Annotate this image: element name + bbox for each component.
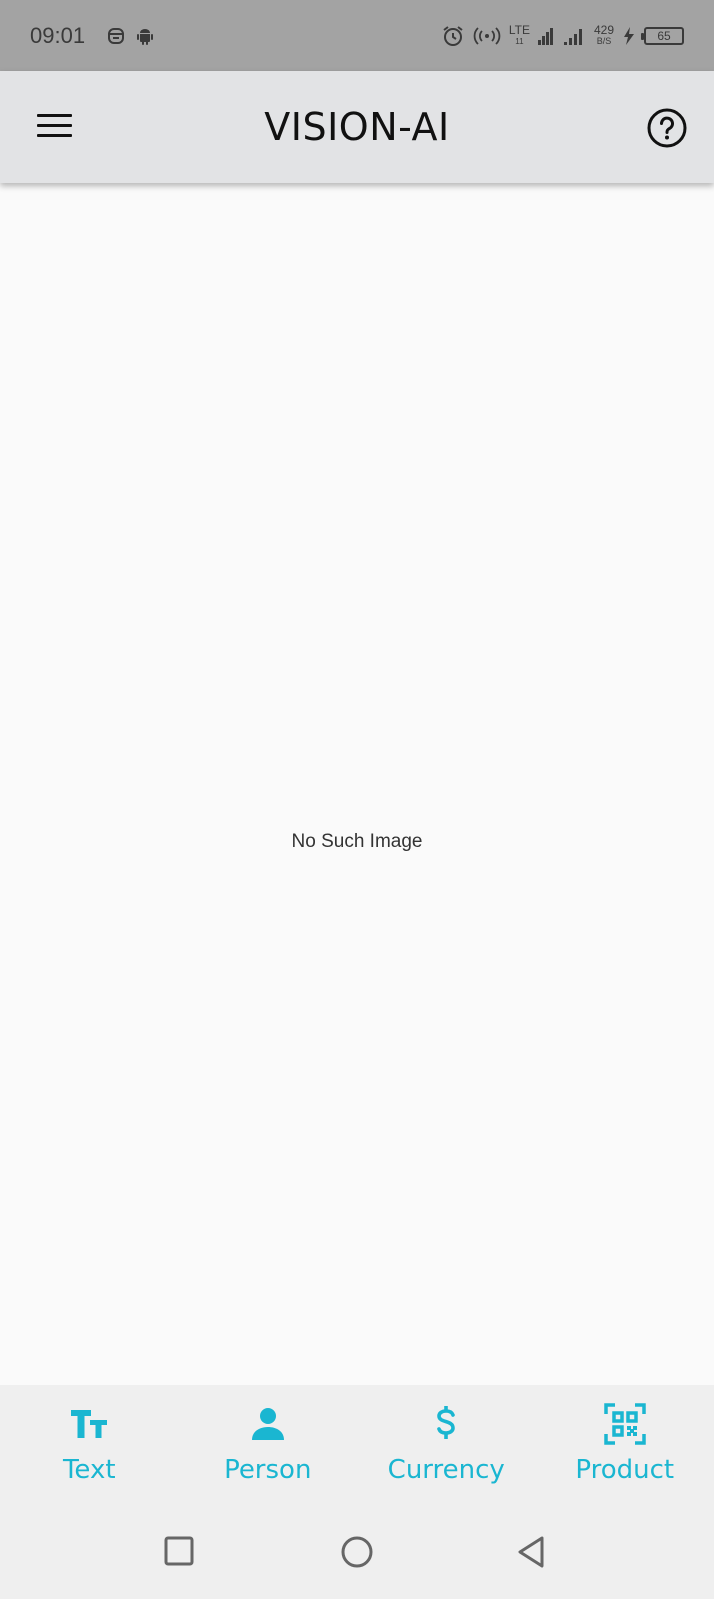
battery-icon: 65 [641,26,684,45]
text-size-icon [69,1403,109,1445]
status-left-icons [107,26,155,46]
status-bar: 09:01 LTE 11 429 B/S 65 [0,0,714,71]
notification-app-icon [107,26,125,46]
back-triangle-icon[interactable] [516,1535,548,1574]
signal-strength-icon [537,26,554,46]
bottom-nav: Text Person Currency Product [0,1385,714,1505]
network-type: LTE 11 [508,22,530,47]
hotspot-icon [473,26,501,46]
screen: 09:01 LTE 11 429 B/S 65 VISION-AI No Suc… [0,0,714,1599]
app-title: VISION-AI [264,105,450,149]
help-circle-icon[interactable] [646,107,688,149]
nav-item-label: Currency [387,1455,505,1485]
status-right-icons: LTE 11 429 B/S 65 [441,24,684,48]
nav-item-person[interactable]: Person [179,1385,358,1505]
signal-strength-2-icon [562,26,586,46]
home-circle-icon[interactable] [340,1535,374,1574]
network-speed: 429 B/S [593,22,614,47]
app-bar: VISION-AI [0,71,714,183]
nav-item-label: Product [575,1455,675,1485]
dollar-icon [433,1403,459,1445]
nav-item-label: Text [62,1455,116,1485]
nav-item-currency[interactable]: Currency [357,1385,536,1505]
battery-level: 65 [657,28,671,43]
qr-code-scan-icon [604,1403,646,1445]
status-time: 09:01 [30,22,86,48]
person-icon [250,1403,286,1445]
main-content: No Such Image [0,183,714,1385]
recents-square-icon[interactable] [163,1535,195,1572]
system-navigation-bar [0,1505,714,1599]
nav-item-text[interactable]: Text [0,1385,179,1505]
charging-icon [622,26,636,46]
network-sub-label: 11 [515,36,524,46]
android-icon [135,26,155,46]
empty-message: No Such Image [291,831,423,852]
alarm-icon [441,24,465,48]
nav-item-label: Person [224,1455,312,1485]
network-type-label: LTE [508,22,530,37]
speed-unit: B/S [596,35,612,46]
speed-value: 429 [593,22,614,37]
nav-item-product[interactable]: Product [536,1385,714,1505]
